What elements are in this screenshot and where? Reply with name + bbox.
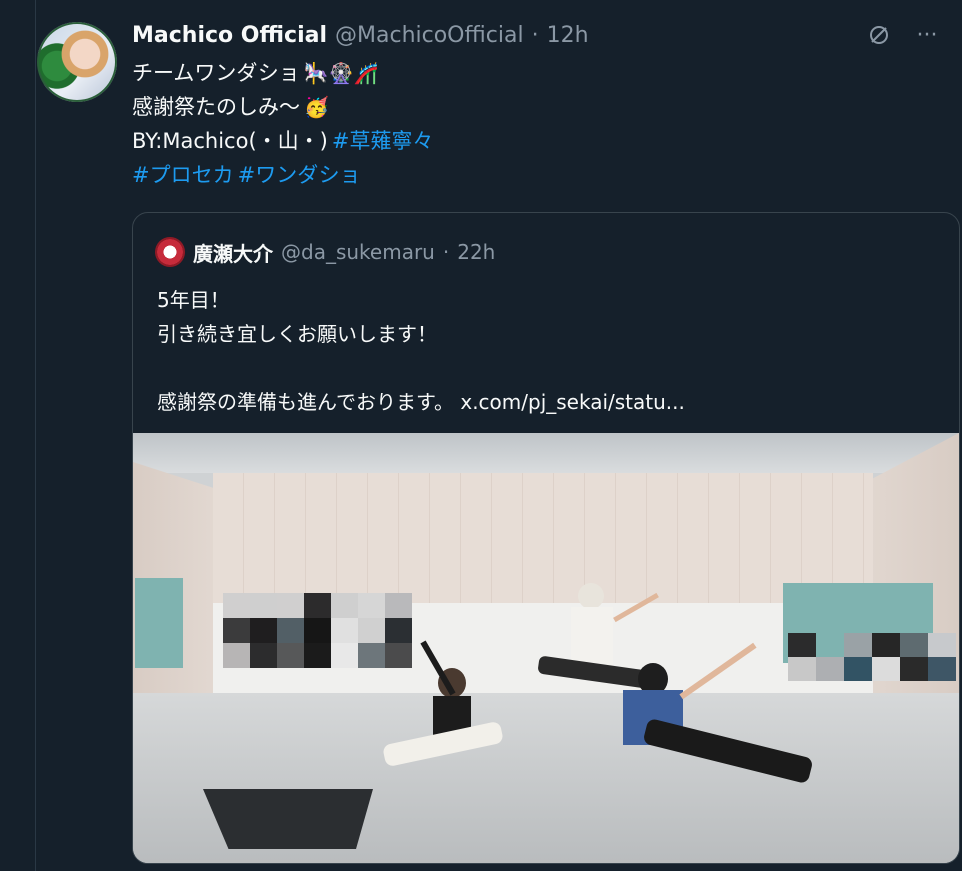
author-handle[interactable]: @MachicoOfficial <box>335 23 524 48</box>
tweet-line-4: #プロセカ #ワンダショ <box>132 158 433 192</box>
photo-mirror-frame <box>203 789 373 849</box>
quoted-tweet-text: 5年目！ 引き続き宜しくお願いします！ 感謝祭の準備も進んでおります。 x.co… <box>157 283 685 419</box>
header-separator: · <box>531 22 539 48</box>
slash-circle-icon[interactable] <box>866 22 892 48</box>
quoted-timestamp[interactable]: 22h <box>457 240 495 264</box>
tweet-header: Machico Official @MachicoOfficial · 12h <box>132 20 589 50</box>
hashtag-link[interactable]: #プロセカ <box>132 158 234 192</box>
timeline-left-border <box>35 0 36 871</box>
quoted-photo[interactable] <box>133 433 959 863</box>
quoted-header-separator: · <box>442 240 450 264</box>
quoted-blank-line <box>157 351 685 385</box>
tweet-line-1-emoji: 🎠🎡🎢 <box>303 61 379 85</box>
tweet-text: チームワンダショ 🎠🎡🎢 感謝祭たのしみ〜 🥳 BY:Machico(・山・) … <box>132 56 433 192</box>
quoted-tweet-header: 廣瀬大介 @da_sukemaru · 22h <box>155 237 495 267</box>
tweet-line-3-text: BY:Machico(・山・) <box>132 129 328 153</box>
more-icon-glyph: ··· <box>916 22 938 48</box>
hashtag-link[interactable]: #草薙寧々 <box>332 124 434 158</box>
hashtag-link[interactable]: #ワンダショ <box>238 158 361 192</box>
quoted-author-handle[interactable]: @da_sukemaru <box>281 240 435 264</box>
tweet-timestamp[interactable]: 12h <box>547 23 589 48</box>
quoted-line-3: 感謝祭の準備も進んでおります。 x.com/pj_sekai/statu... <box>157 390 685 414</box>
quoted-author-avatar[interactable] <box>155 237 185 267</box>
quoted-line-2: 引き続き宜しくお願いします！ <box>157 322 437 346</box>
slash-circle-icon-svg <box>870 26 888 44</box>
author-avatar[interactable] <box>37 22 117 102</box>
tweet-line-1: チームワンダショ 🎠🎡🎢 <box>132 56 433 90</box>
photo-ceiling <box>133 433 959 473</box>
photo-mosaic-left <box>223 593 412 668</box>
photo-person-right <box>613 628 843 798</box>
tweet-line-3: BY:Machico(・山・) #草薙寧々 <box>132 124 433 158</box>
tweet-line-2: 感謝祭たのしみ〜 🥳 <box>132 90 433 124</box>
tweet-top-actions: ··· <box>866 22 940 48</box>
photo-teal-partition-left <box>135 578 183 668</box>
quoted-author-name[interactable]: 廣瀬大介 <box>193 238 273 267</box>
quoted-tweet[interactable]: 廣瀬大介 @da_sukemaru · 22h 5年目！ 引き続き宜しくお願いし… <box>132 212 960 864</box>
tweet-line-1-text: チームワンダショ <box>132 61 300 85</box>
author-display-name[interactable]: Machico Official <box>132 23 327 48</box>
photo-person-left <box>382 640 513 798</box>
tweet-line-2-emoji: 🥳 <box>304 95 329 119</box>
more-icon[interactable]: ··· <box>914 22 940 48</box>
quoted-line-1: 5年目！ <box>157 288 230 312</box>
tweet-line-2-text: 感謝祭たのしみ〜 <box>132 95 300 119</box>
